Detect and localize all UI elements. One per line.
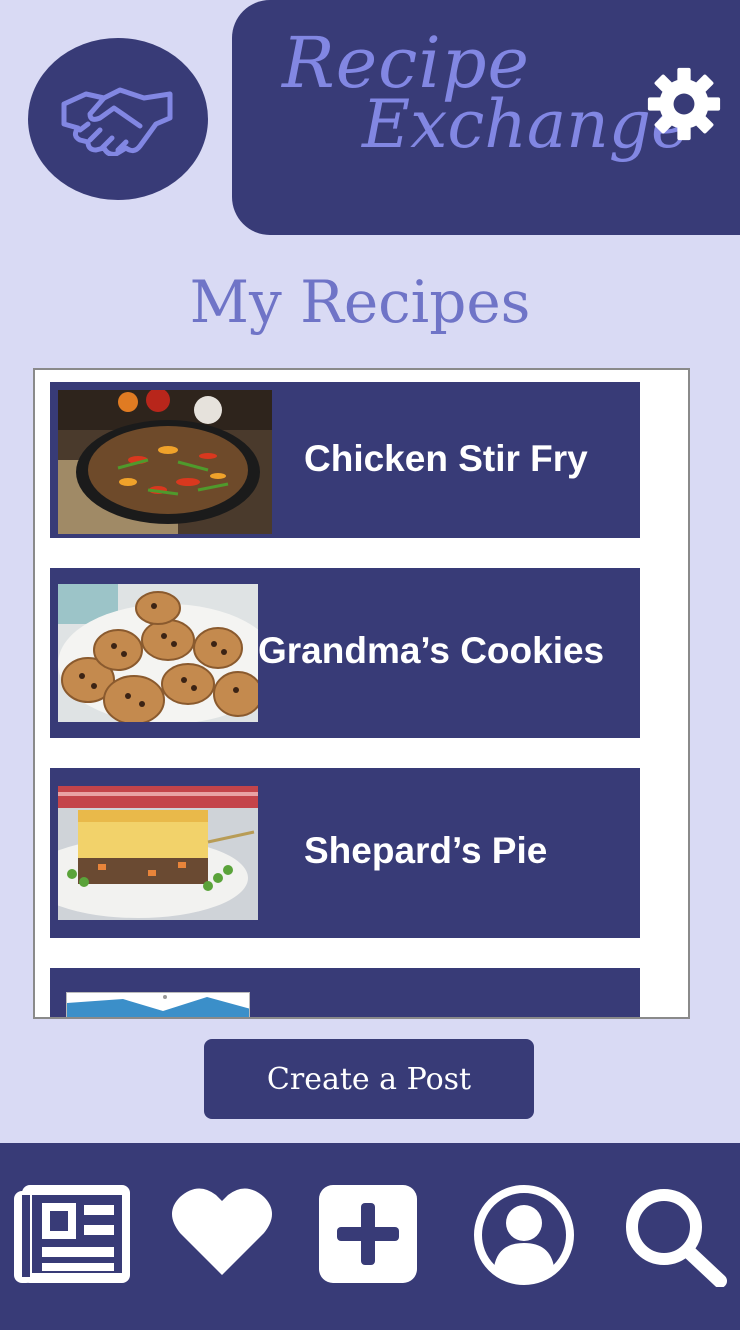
brand-line-2: Exchange	[362, 86, 691, 163]
recipe-list[interactable]: Chicken Stir Fry Grandma’s Cookies Shepa…	[33, 368, 690, 1019]
recipe-thumbnail	[66, 992, 250, 1017]
nav-favorites[interactable]	[162, 1183, 282, 1293]
recipe-card[interactable]: Shepard’s Pie	[50, 768, 640, 938]
gear-icon	[647, 67, 721, 141]
header: Recipe Exchange	[232, 0, 740, 235]
nav-search[interactable]	[614, 1183, 734, 1293]
profile-icon	[474, 1185, 574, 1285]
handshake-icon	[61, 87, 173, 156]
plus-icon	[319, 1185, 417, 1283]
settings-button[interactable]	[644, 66, 724, 142]
recipe-card[interactable]: Chicken Stir Fry	[50, 382, 640, 538]
bottom-nav	[0, 1143, 740, 1330]
recipe-thumbnail	[58, 584, 258, 722]
nav-feed[interactable]	[12, 1183, 132, 1293]
app-brand: Recipe Exchange	[282, 28, 690, 158]
recipe-card[interactable]: Grandma’s Cookies	[50, 568, 640, 738]
recipe-thumbnail	[58, 390, 272, 534]
recipe-title: Chicken Stir Fry	[304, 438, 588, 479]
recipe-thumbnail	[58, 786, 258, 920]
page-title: My Recipes	[189, 268, 531, 336]
nav-profile[interactable]	[464, 1183, 584, 1293]
recipe-card[interactable]	[50, 968, 640, 1017]
newspaper-icon	[14, 1185, 130, 1283]
recipe-title: Grandma’s Cookies	[258, 630, 605, 671]
heart-icon	[172, 1188, 272, 1275]
nav-add[interactable]	[308, 1183, 428, 1293]
recipe-title: Shepard’s Pie	[304, 830, 548, 871]
logo	[28, 38, 208, 200]
search-icon	[626, 1189, 727, 1287]
create-post-button[interactable]: Create a Post	[204, 1039, 534, 1119]
